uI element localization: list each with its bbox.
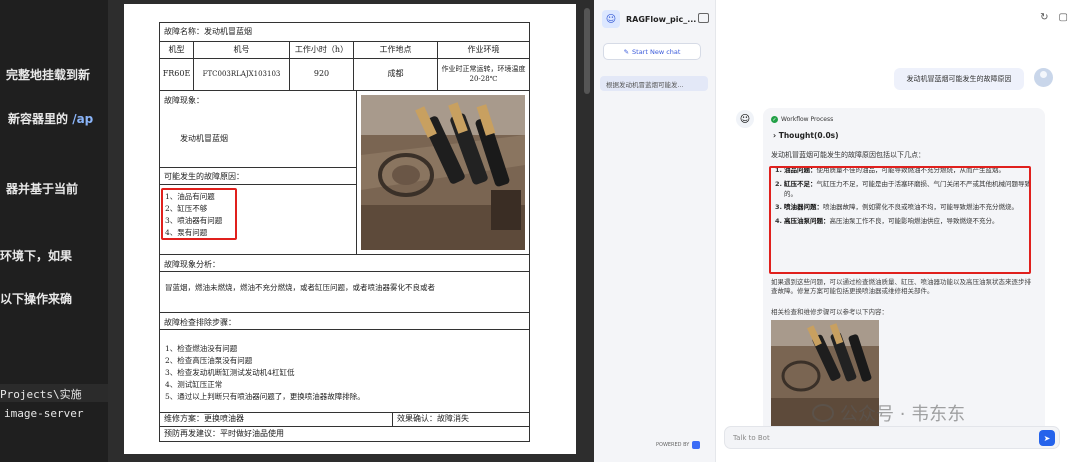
watermark-text: 公众号 · 韦东东 xyxy=(840,404,966,425)
divider xyxy=(160,184,356,185)
chat-input[interactable] xyxy=(733,431,1013,445)
divider xyxy=(160,271,529,272)
header-cell: 机号 xyxy=(194,42,290,58)
workflow-label: Workflow Process xyxy=(781,116,834,123)
powered-by-label: POWERED BY xyxy=(656,442,690,448)
engine-photo xyxy=(361,95,525,250)
wechat-icon xyxy=(812,404,834,422)
divider xyxy=(160,329,529,330)
chevron-right-icon: › xyxy=(773,131,777,140)
analysis-label: 故障现象分析： xyxy=(164,260,220,269)
user-avatar xyxy=(1034,68,1053,87)
highlight-box xyxy=(161,188,237,240)
chat-sidebar: ☺ RAGFlow_pic_... ✎ Start New chat 根据发动机… xyxy=(594,0,716,462)
step-item: 5、通过以上判断只有喷油器问题了，更换喷油器故障排除。 xyxy=(165,392,365,401)
app-brand: ☺ RAGFlow_pic_... xyxy=(602,10,696,28)
phenomenon-text: 发动机冒蓝烟 xyxy=(180,134,228,143)
header-cell: 作业环境 xyxy=(467,44,500,54)
workflow-process[interactable]: ✓ Workflow Process xyxy=(771,116,833,123)
prevent-row: 预防再发建议：平时做好油品使用 xyxy=(160,427,529,441)
value-cell: FTC003RLAJX103103 xyxy=(194,59,290,90)
chat-toolbar: ↻ ▢ xyxy=(1040,12,1068,23)
pdf-viewer: 故障名称：发动机冒蓝烟 机型 机号 工作小时（h） 工作地点 作业环境 FR60… xyxy=(108,0,594,462)
bot-avatar-icon: ☺ xyxy=(736,110,754,128)
engine-photo-image xyxy=(361,95,525,250)
step-item: 2、检查高压油泵没有问题 xyxy=(165,356,253,365)
collapse-sidebar-icon[interactable] xyxy=(698,13,709,23)
phenomenon-section: 故障现象： 发动机冒蓝烟 可能发生的故障原因： 1、油品有问题 2、缸压不够 3… xyxy=(160,91,529,255)
terminal-line: image-server xyxy=(4,407,84,420)
pdf-scrollbar[interactable] xyxy=(584,8,590,94)
steps-section: 故障检查排除步骤： 1、检查燃油没有问题 2、检查高压油泵没有问题 3、检查发动… xyxy=(160,313,529,413)
analysis-section: 故障现象分析： 冒蓝烟，燃油未燃烧，燃油不充分燃烧，或者缸压问题，或者喷油器雾化… xyxy=(160,255,529,313)
send-button[interactable]: ➤ xyxy=(1039,430,1055,446)
user-message: 发动机冒蓝烟可能发生的故障原因 xyxy=(894,68,1024,90)
chat-main: ↻ ▢ 发动机冒蓝烟可能发生的故障原因 ☺ ✓ Workflow Process… xyxy=(716,0,1080,462)
terminal-line: Projects\实施 xyxy=(0,384,108,402)
value-cell: FR60E xyxy=(160,59,194,90)
step-item: 1、检查燃油没有问题 xyxy=(165,344,238,353)
divider xyxy=(160,167,356,168)
prevent-advice: 预防再发建议：平时做好油品使用 xyxy=(164,428,284,438)
phenomenon-left: 故障现象： 发动机冒蓝烟 可能发生的故障原因： 1、油品有问题 2、缸压不够 3… xyxy=(160,91,357,255)
thought-toggle[interactable]: › Thought(0.0s) xyxy=(773,131,839,140)
code-editor-pane: 完整地挂载到新 新容器里的 /ap 器并基于当前 环境下，如果 以下操作来确 P… xyxy=(0,0,108,462)
report-title-row: 故障名称：发动机冒蓝烟 xyxy=(160,23,529,42)
editor-line: 器并基于当前 xyxy=(6,182,79,196)
phenomenon-label: 故障现象： xyxy=(164,96,204,105)
robot-logo-icon: ☺ xyxy=(602,10,620,28)
value-row: FR60E FTC003RLAJX103103 920 成都 作业时正常运转，环… xyxy=(160,59,529,91)
editor-line: 新容器里的 /ap xyxy=(8,112,94,126)
highlight-box xyxy=(769,166,1031,274)
answer-intro: 发动机冒蓝烟可能发生的故障原因包括以下几点： xyxy=(771,151,925,159)
bot-message: ✓ Workflow Process › Thought(0.0s) 发动机冒蓝… xyxy=(763,108,1045,434)
chat-input-bar: ➤ xyxy=(724,426,1060,449)
repair-row: 维修方案：更换喷油器 效果确认：故障消失 xyxy=(160,413,529,427)
step-item: 4、测试缸压正常 xyxy=(165,380,223,389)
editor-line: 完整地挂载到新 xyxy=(6,68,91,82)
header-cell: 机型 xyxy=(160,42,194,58)
repair-plan: 维修方案：更换喷油器 xyxy=(160,413,393,426)
app-name: RAGFlow_pic_... xyxy=(626,14,697,24)
refresh-icon[interactable]: ↻ xyxy=(1040,12,1048,23)
powered-by-logo-icon xyxy=(692,441,701,449)
editor-line: 环境下，如果 xyxy=(0,249,73,263)
inline-code: /ap xyxy=(72,112,94,126)
fault-title: 故障名称：发动机冒蓝烟 xyxy=(164,26,252,36)
header-cell: 工作小时（h） xyxy=(290,42,354,58)
powered-by: POWERED BY xyxy=(656,441,701,449)
fault-report-table: 故障名称：发动机冒蓝烟 机型 机号 工作小时（h） 工作地点 作业环境 FR60… xyxy=(159,22,530,442)
header-cell: 工作地点 xyxy=(354,42,438,58)
answer-paragraph: 相关检查和维修步骤可以参考以下内容： xyxy=(771,308,888,316)
edit-icon: ✎ xyxy=(623,47,630,56)
thought-label: Thought(0.0s) xyxy=(778,131,839,140)
new-chat-button[interactable]: ✎ Start New chat xyxy=(603,43,701,60)
analysis-text: 冒蓝烟，燃油未燃烧，燃油不充分燃烧，或者缸压问题，或者喷油器雾化不良或者 xyxy=(165,283,435,292)
header-row: 机型 机号 工作小时（h） 工作地点 作业环境 xyxy=(160,42,529,59)
value-cell: 920 xyxy=(290,59,354,90)
value-cell: 作业时正常运转，环境温度20-28℃ xyxy=(441,65,526,83)
chat-history-item[interactable]: 根据发动机冒蓝烟可能发... xyxy=(600,76,708,91)
value-cell: 成都 xyxy=(354,59,438,90)
pdf-page: 故障名称：发动机冒蓝烟 机型 机号 工作小时（h） 工作地点 作业环境 FR60… xyxy=(124,4,576,454)
new-chat-label: Start New chat xyxy=(632,47,681,56)
watermark: 公众号 · 韦东东 xyxy=(812,400,965,426)
send-icon: ➤ xyxy=(1043,433,1051,443)
steps-label: 故障检查排除步骤： xyxy=(164,318,236,327)
expand-icon[interactable]: ▢ xyxy=(1059,12,1068,23)
check-icon: ✓ xyxy=(771,116,778,123)
effect-confirm: 效果确认：故障消失 xyxy=(397,414,469,424)
causes-label: 可能发生的故障原因： xyxy=(164,172,244,181)
answer-paragraph: 如果遇到这些问题，可以通过检查燃油质量、缸压、喷油器功能以及高压油泵状态来逐步排… xyxy=(771,278,1031,296)
screen: 完整地挂载到新 新容器里的 /ap 器并基于当前 环境下，如果 以下操作来确 P… xyxy=(0,0,1080,462)
editor-line: 以下操作来确 xyxy=(0,292,73,306)
step-item: 3、检查发动机断缸测试发动机4杠缸低 xyxy=(165,368,295,377)
